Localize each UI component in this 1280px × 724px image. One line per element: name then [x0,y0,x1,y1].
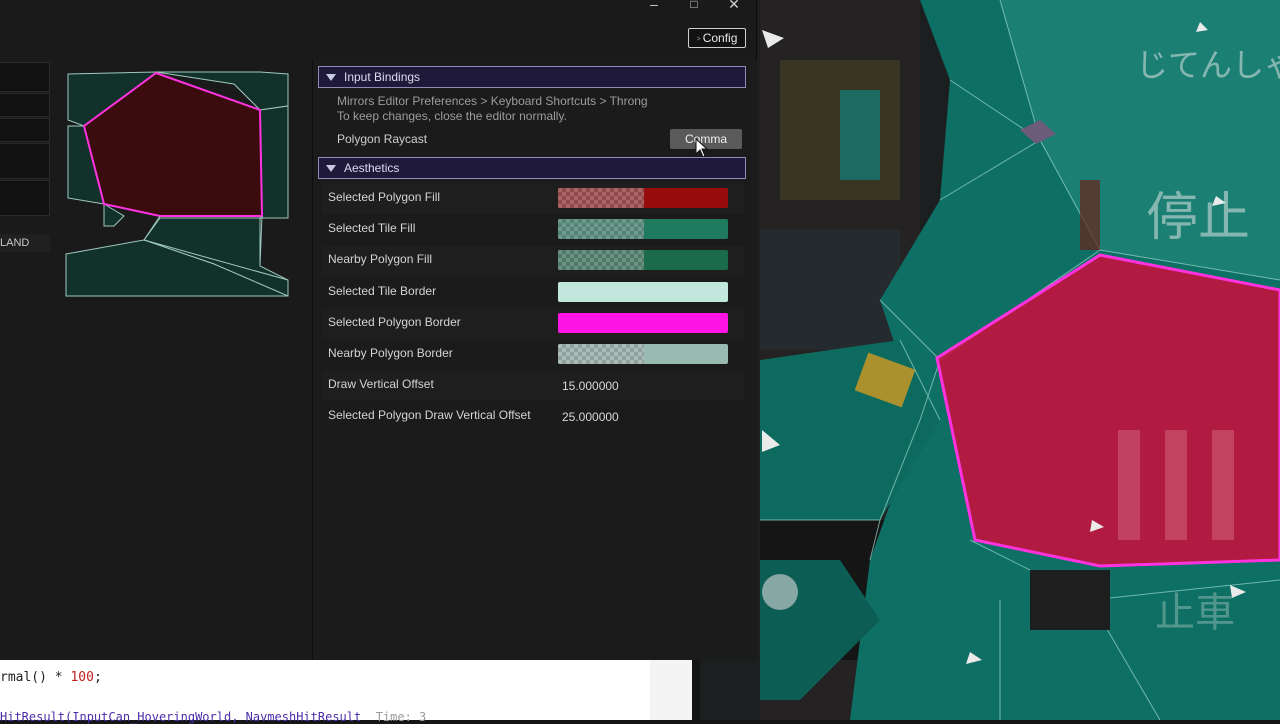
color-preview-alpha [558,313,644,333]
number-field[interactable]: 15.000000 [562,371,619,401]
color-preview-solid [644,344,728,364]
section-aesthetics[interactable]: Aesthetics [318,157,746,179]
color-preview-alpha [558,344,644,364]
code-line: rmal() * 100; [0,670,102,685]
sign-text-parking: 止車 [1155,590,1235,636]
sign-text-bicycle: じてんしゃ [1136,46,1280,84]
property-row: Selected Tile Border [322,278,744,308]
color-preview-solid [644,219,728,239]
color-swatch[interactable] [558,282,728,302]
left-panel-row[interactable] [0,180,50,216]
color-swatch[interactable] [558,250,728,270]
config-button[interactable]: > Config [688,28,746,48]
expand-triangle-icon [326,73,336,81]
property-label: Selected Tile Fill [328,221,416,235]
property-row: Nearby Polygon Fill [322,246,744,276]
color-swatch[interactable] [558,313,728,333]
binding-label: Polygon Raycast [337,132,428,146]
property-label: Nearby Polygon Fill [328,252,433,266]
color-preview-solid [644,282,728,302]
code-scrollbar[interactable] [650,660,692,720]
bindings-hint-line1: Mirrors Editor Preferences > Keyboard Sh… [337,94,648,108]
section-title: Aesthetics [344,161,400,175]
color-preview-solid [644,313,728,333]
color-swatch[interactable] [558,344,728,364]
property-row: Selected Tile Fill [322,215,744,245]
property-row: Selected Polygon Fill [322,184,744,214]
editor-window: – □ ✕ LAND > Config Input Bindings Mirro… [0,0,757,660]
left-panel-row[interactable] [0,143,50,179]
section-title: Input Bindings [344,70,421,84]
color-swatch[interactable] [558,188,728,208]
maximize-button[interactable]: □ [680,0,708,12]
navmesh-preview[interactable] [64,70,292,298]
property-row: Selected Polygon Border [322,309,744,339]
land-label: LAND [0,234,50,252]
property-row: Selected Polygon Draw Vertical Offset 25.… [322,402,744,432]
code-editor-strip[interactable]: rmal() * 100; HitResult(InputCan_Hoverin… [0,660,692,724]
property-label: Selected Polygon Draw Vertical Offset [328,408,531,422]
property-label: Selected Polygon Fill [328,190,441,204]
config-button-label: Config [702,31,738,45]
property-label: Nearby Polygon Border [328,346,453,360]
mouse-cursor-icon [695,138,709,158]
color-preview-alpha [558,250,644,270]
details-panel: Input Bindings Mirrors Editor Preference… [312,60,757,660]
minimize-button[interactable]: – [640,0,668,12]
number-field[interactable]: 25.000000 [562,402,619,432]
bindings-hint-line2: To keep changes, close the editor normal… [337,109,567,123]
color-preview-alpha [558,188,644,208]
color-preview-alpha [558,219,644,239]
color-preview-solid [644,250,728,270]
left-panel-row[interactable] [0,93,50,117]
left-panel [0,62,50,217]
sign-text-stop: 停止 [1146,188,1251,248]
color-preview-solid [644,188,728,208]
property-label: Selected Polygon Border [328,315,461,329]
left-panel-row[interactable] [0,118,50,142]
color-preview-alpha [558,282,644,302]
property-row: Draw Vertical Offset 15.000000 [322,371,744,401]
property-label: Draw Vertical Offset [328,377,434,391]
property-row: Nearby Polygon Border [322,340,744,370]
code-line: HitResult(InputCan_HoveringWorld, Navmes… [0,710,427,724]
close-button[interactable]: ✕ [720,0,748,12]
caret-right-icon: > [696,36,701,43]
level-viewport[interactable]: じてんしゃ 停止 止車 [700,0,1280,720]
left-panel-row[interactable] [0,62,50,92]
color-swatch[interactable] [558,219,728,239]
expand-triangle-icon [326,164,336,172]
property-label: Selected Tile Border [328,284,437,298]
section-input-bindings[interactable]: Input Bindings [318,66,746,88]
